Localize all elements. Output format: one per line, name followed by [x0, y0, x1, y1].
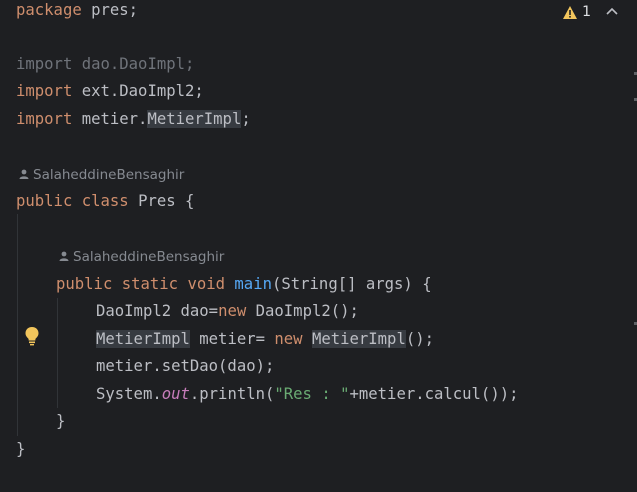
code-text: System. — [96, 385, 162, 403]
person-icon — [19, 169, 29, 179]
code-line-class[interactable]: public class Pres { — [16, 188, 194, 214]
code-author-hint[interactable]: SalaheddineBensaghir — [58, 247, 224, 267]
code-line-statement[interactable]: System.out.println("Res : "+metier.calcu… — [96, 381, 519, 407]
keyword: package — [16, 1, 82, 19]
indent-guide — [17, 214, 18, 436]
keyword: public — [16, 192, 73, 210]
code-line-main[interactable]: public static void main(String[] args) { — [56, 271, 432, 297]
code-text: dao.DaoImpl; — [72, 55, 195, 73]
keyword: void — [187, 275, 226, 293]
lightbulb-icon[interactable] — [24, 326, 40, 346]
string-literal: "Res : " — [274, 385, 350, 403]
keyword: import — [16, 110, 73, 128]
code-text: ext.DaoImpl2; — [72, 82, 204, 100]
code-line-brace[interactable]: } — [16, 436, 25, 462]
code-text: ; — [241, 110, 251, 128]
code-text: DaoImpl2(); — [246, 302, 359, 320]
code-line-import[interactable]: import ext.DaoImpl2; — [16, 78, 204, 104]
keyword: static — [121, 275, 179, 293]
person-icon — [59, 251, 69, 261]
code-text: .println( — [189, 385, 275, 403]
author-name: SalaheddineBensaghir — [73, 249, 225, 265]
highlighted-identifier: MetierImpl — [96, 330, 190, 348]
author-name: SalaheddineBensaghir — [33, 167, 185, 183]
keyword: import — [16, 55, 73, 73]
inspection-widget[interactable]: 1 — [562, 2, 621, 22]
code-text: } — [16, 440, 26, 458]
code-text: metier. — [72, 110, 148, 128]
code-text: (); — [405, 330, 435, 348]
keyword: class — [81, 192, 129, 210]
code-editor[interactable]: 1 package pres; import dao.DaoImpl; impo… — [0, 0, 637, 492]
chevron-up-icon[interactable] — [603, 6, 621, 18]
code-author-hint[interactable]: SalaheddineBensaghir — [18, 165, 184, 185]
warning-triangle-icon — [563, 5, 578, 19]
highlighted-identifier: MetierImpl — [147, 110, 242, 128]
code-text: metier= — [189, 330, 275, 348]
code-line-import[interactable]: import metier.MetierImpl; — [16, 106, 251, 132]
code-text: } — [56, 412, 66, 430]
code-line-brace[interactable]: } — [56, 408, 65, 434]
keyword: public — [56, 275, 113, 293]
indent-guide — [57, 298, 58, 408]
code-text: DaoImpl2 dao= — [96, 302, 219, 320]
code-text: (String[] args) { — [271, 275, 432, 293]
static-field: out — [161, 385, 190, 403]
code-text: pres; — [81, 1, 139, 19]
code-text: metier.setDao(dao); — [96, 357, 275, 375]
method-name: main — [234, 275, 272, 293]
code-text: Pres { — [128, 192, 195, 210]
code-text: +metier.calcul()); — [349, 385, 519, 403]
keyword: new — [218, 302, 247, 320]
code-line-package[interactable]: package pres; — [16, 0, 138, 23]
keyword: import — [16, 82, 73, 100]
code-line-statement[interactable]: metier.setDao(dao); — [96, 353, 274, 379]
code-line-statement[interactable]: DaoImpl2 dao=new DaoImpl2(); — [96, 298, 359, 324]
keyword: new — [274, 330, 303, 348]
code-line-statement-current[interactable]: MetierImpl metier= new MetierImpl(); — [96, 326, 434, 352]
code-line-import-unused[interactable]: import dao.DaoImpl; — [16, 51, 194, 77]
warning-count: 1 — [582, 4, 591, 20]
highlighted-identifier: MetierImpl — [311, 330, 406, 348]
